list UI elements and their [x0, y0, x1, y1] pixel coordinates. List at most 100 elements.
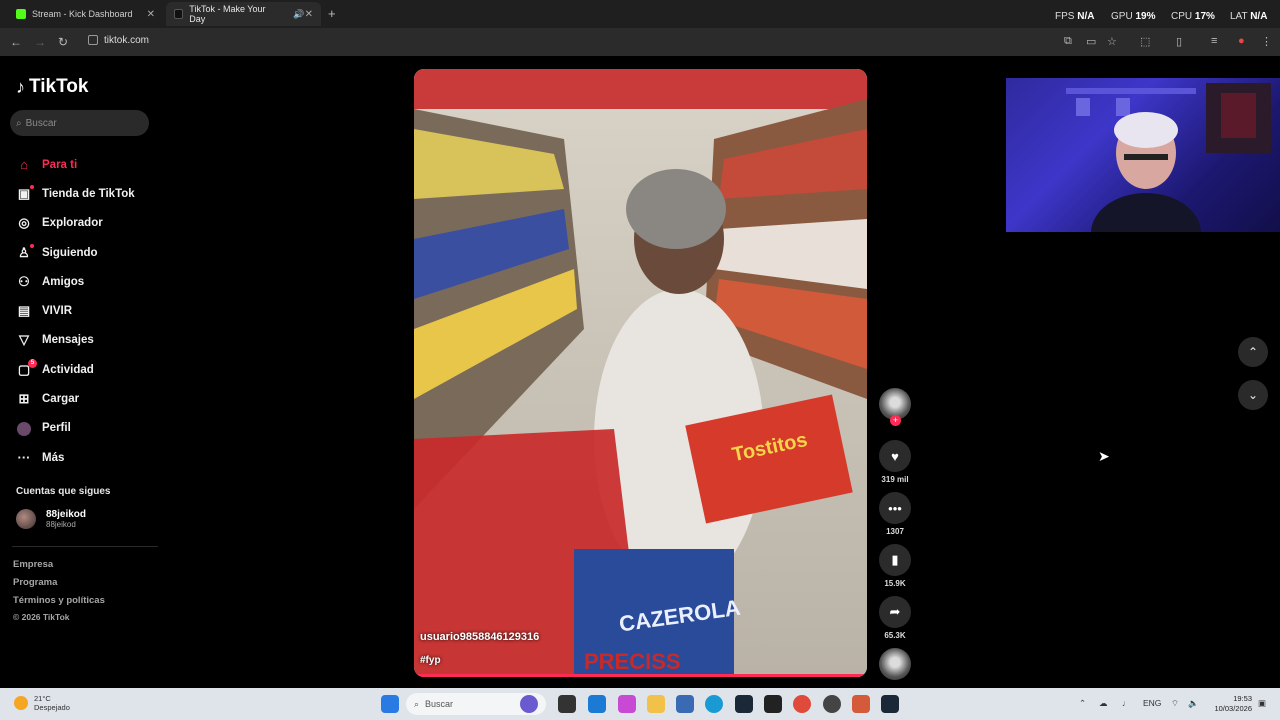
copilot-icon[interactable] [520, 695, 538, 713]
profile-icon[interactable]: ● [1238, 35, 1245, 47]
url-field[interactable]: tiktok.com [88, 35, 149, 46]
new-tab-button[interactable]: + [328, 6, 336, 21]
site-info-icon[interactable] [88, 35, 98, 46]
extensions-icon[interactable]: ⬚ [1140, 35, 1150, 48]
search-icon: ⌕ [414, 698, 420, 709]
chrome-icon[interactable] [793, 695, 811, 713]
follow-plus-icon[interactable]: + [890, 415, 901, 426]
cast-icon[interactable]: ▭ [1086, 35, 1096, 48]
file-explorer-icon[interactable] [647, 695, 665, 713]
like-button[interactable]: ♥ [879, 440, 911, 472]
sidebar-item-actividad[interactable]: ▢ 5 Actividad [16, 355, 166, 384]
sidebar-item-cargar[interactable]: ⊞ Cargar [16, 384, 166, 413]
volume-icon[interactable]: 🔈 [1188, 698, 1199, 709]
tray-chevron-icon[interactable]: ⌃ [1079, 698, 1086, 709]
video-progress-bar[interactable] [414, 674, 867, 677]
search-input[interactable]: ⌕ Buscar [10, 110, 149, 136]
account-name: 88jeikod [46, 509, 87, 520]
sidebar-item-amigos[interactable]: ⚇ Amigos [16, 267, 166, 296]
tiktok-icon [174, 9, 184, 19]
tab-tiktok[interactable]: TikTok - Make Your Day 🔊 ✕ [166, 2, 321, 26]
next-video-button[interactable]: ⌄ [1238, 380, 1268, 410]
cloud-icon[interactable]: ☁ [1099, 698, 1108, 709]
send-icon: ▽ [19, 332, 29, 348]
heart-icon: ♥ [891, 448, 899, 464]
followed-account[interactable]: 88jeikod 88jeikod [16, 509, 86, 529]
sidebar-item-tienda[interactable]: ▣ Tienda de TikTok [16, 179, 166, 208]
tab-title: TikTok - Make Your Day [189, 4, 266, 24]
weather-temp: 21°C [34, 694, 51, 703]
epic-games-icon[interactable] [764, 695, 782, 713]
footer-link-terminos[interactable]: Términos y políticas [13, 595, 105, 606]
steam-icon[interactable] [735, 695, 753, 713]
bookmark-star-icon[interactable]: ☆ [1107, 35, 1117, 48]
tiktok-sidebar: ♪ TikTok ⌕ Buscar ⌂ Para ti ▣ Tienda de Ti… [0, 56, 165, 688]
windows-start-icon[interactable] [381, 695, 399, 713]
bookmark-icon: ▮ [891, 552, 899, 567]
footer-link-programa[interactable]: Programa [13, 577, 57, 588]
sidebar-item-vivir[interactable]: ▤ VIVIR [16, 296, 166, 325]
language-indicator[interactable]: ENG [1143, 698, 1161, 708]
profile-avatar [16, 421, 32, 437]
browser-tab-strip: Stream - Kick Dashboard ✕ TikTok - Make … [0, 0, 1280, 28]
sidebar-item-para-ti[interactable]: ⌂ Para ti [16, 150, 166, 179]
reload-icon[interactable]: ↻ [58, 35, 68, 49]
close-tab-icon[interactable]: ✕ [305, 9, 313, 20]
lat-readout: LAT N/A [1230, 11, 1268, 22]
tab-kick-dashboard[interactable]: Stream - Kick Dashboard ✕ [8, 2, 163, 26]
wifi-icon[interactable]: ⌔ [1171, 698, 1179, 709]
weather-desc: Despejado [34, 703, 70, 712]
back-icon[interactable]: ← [10, 35, 22, 49]
save-button[interactable]: ▮ [879, 544, 911, 576]
sidebar-item-mas[interactable]: ··· Más [16, 443, 166, 472]
obs-icon[interactable] [823, 695, 841, 713]
app-icon[interactable] [676, 695, 694, 713]
terminal-icon[interactable] [558, 695, 576, 713]
moon-icon [14, 696, 28, 710]
sidepanel-icon[interactable]: ▯ [1176, 35, 1182, 48]
gpu-readout: GPU 19% [1111, 11, 1156, 22]
sidebar-item-perfil[interactable]: Perfil [16, 414, 166, 443]
tiktok-logo[interactable]: ♪ TikTok [16, 76, 88, 98]
app-icon[interactable] [852, 695, 870, 713]
comment-count: 1307 [886, 527, 904, 536]
translate-icon[interactable]: ⧉ [1064, 35, 1072, 48]
tab-title: Stream - Kick Dashboard [32, 9, 133, 19]
sidebar-item-siguiendo[interactable]: ♙ Siguiendo [16, 238, 166, 267]
compass-icon: ◎ [18, 215, 30, 231]
sidebar-item-mensajes[interactable]: ▽ Mensajes [16, 326, 166, 355]
footer-link-empresa[interactable]: Empresa [13, 559, 53, 570]
app-icon[interactable] [618, 695, 636, 713]
media-icon[interactable]: ≡ [1211, 35, 1217, 47]
mic-icon[interactable]: ♩ [1122, 698, 1131, 708]
creator-avatar[interactable]: + [879, 388, 911, 426]
comment-button[interactable]: ••• [879, 492, 911, 524]
video-frame: Tostitos CAZEROLA PRECISS [414, 69, 867, 677]
weather-widget[interactable]: 21°C Despejado [14, 694, 70, 712]
account-handle: 88jeikod [46, 520, 76, 529]
edge-icon[interactable] [705, 695, 723, 713]
share-icon: ➦ [889, 604, 901, 619]
video-username[interactable]: usuario9858846129316 [420, 631, 539, 643]
forward-icon[interactable]: → [34, 35, 46, 49]
previous-video-button[interactable]: ⌃ [1238, 337, 1268, 367]
video-player[interactable]: Tostitos CAZEROLA PRECISS usuario9858846… [414, 69, 867, 677]
tiktok-note-icon: ♪ [16, 76, 25, 97]
steam-icon[interactable] [881, 695, 899, 713]
speaker-icon[interactable]: 🔊 [293, 9, 304, 20]
save-count: 15.9K [884, 579, 906, 588]
kick-icon [16, 9, 26, 19]
chevron-down-icon: ⌄ [1247, 388, 1259, 402]
video-caption[interactable]: #fyp [420, 655, 441, 666]
close-tab-icon[interactable]: ✕ [147, 9, 155, 20]
mouse-cursor-icon: ➤ [1098, 448, 1110, 464]
comment-icon: ••• [888, 500, 902, 516]
menu-icon[interactable]: ⋮ [1261, 35, 1272, 48]
webcam-overlay [1006, 78, 1280, 232]
notification-icon[interactable]: ▣ [1258, 698, 1266, 709]
store-icon[interactable] [588, 695, 606, 713]
sidebar-item-explorador[interactable]: ◎ Explorador [16, 209, 166, 238]
taskbar-clock[interactable]: 19:53 10/03/2026 [1208, 694, 1252, 714]
music-disc-icon[interactable] [879, 648, 911, 680]
share-button[interactable]: ➦ [879, 596, 911, 628]
